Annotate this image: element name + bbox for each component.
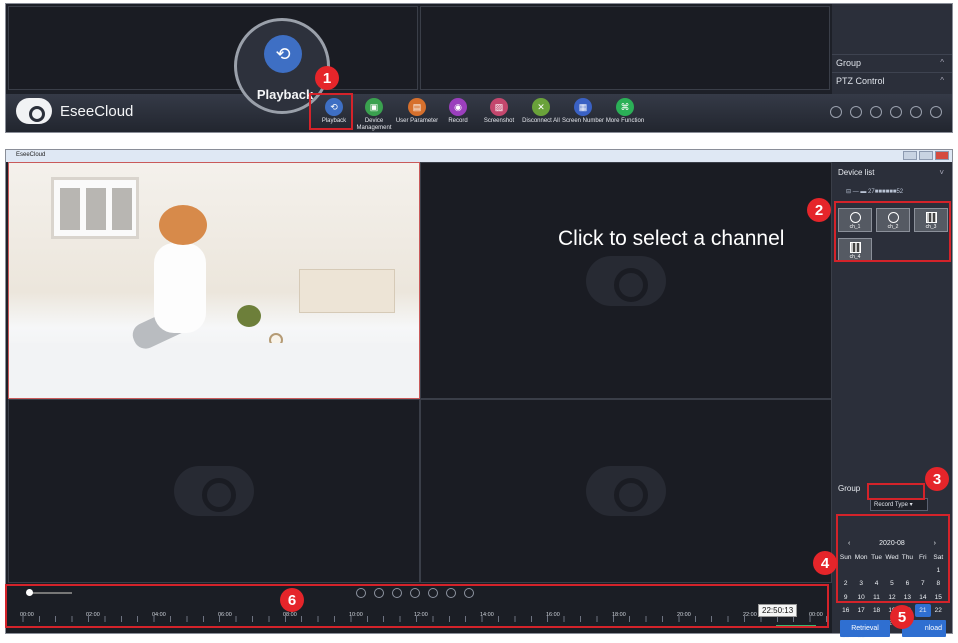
group-label: Group [836, 58, 862, 68]
step-badge-4: 4 [813, 551, 837, 575]
main-window: EseeCloud 00:00 02:00 04:00 06:00 08:00 … [5, 149, 953, 640]
window-controls [903, 151, 949, 160]
step-badge-5: 5 [890, 605, 914, 629]
chevron-down-icon[interactable]: ˅ [939, 168, 944, 177]
instruction-caption: Click to select a channel [558, 227, 785, 250]
highlight-calendar [836, 514, 950, 603]
title-bar: EseeCloud [6, 150, 952, 162]
toolbar-label: Screenshot [483, 118, 515, 124]
highlight-playback [309, 93, 353, 130]
watermark-logo [586, 255, 666, 306]
group-label: Group [838, 484, 861, 493]
video-cell[interactable] [420, 6, 830, 90]
screen-number-icon: ▦ [574, 98, 592, 116]
playback-icon: ⟲ [264, 35, 302, 73]
day[interactable]: 16 [838, 604, 853, 617]
video-cell-2[interactable] [420, 162, 832, 399]
device-list-header: Device list [838, 168, 875, 177]
watermark-logo [586, 466, 666, 516]
watermark-logo [174, 466, 254, 516]
user-parameter-button[interactable]: ▤ User Parameter [394, 98, 440, 125]
toolbar-label: User Parameter [395, 118, 439, 124]
more-icon: ⌘ [616, 98, 634, 116]
volume-icon[interactable] [830, 106, 842, 118]
plant [237, 305, 261, 327]
lock-icon[interactable] [890, 106, 902, 118]
day-selected[interactable]: 21 [915, 603, 931, 617]
video-cell-3[interactable] [8, 399, 420, 583]
record-button[interactable]: ◉ Record [435, 98, 481, 125]
maximize-button[interactable] [919, 151, 933, 160]
child-body [154, 243, 206, 333]
device-icon: ▣ [365, 98, 383, 116]
toolbar-label: Disconnect All [522, 118, 560, 124]
screenshot-button[interactable]: ▨ Screenshot [476, 98, 522, 125]
highlight-channels [834, 201, 951, 262]
toolbar-right-icons [830, 106, 942, 118]
record-icon: ◉ [449, 98, 467, 116]
child-head [159, 205, 207, 245]
step-badge-2: 2 [807, 198, 831, 222]
minimize-button[interactable] [903, 151, 917, 160]
highlight-record-type [867, 483, 925, 500]
more-function-button[interactable]: ⌘ More Function [602, 98, 648, 125]
day[interactable]: 22 [931, 604, 946, 617]
record-type-value: Record Type [874, 502, 908, 508]
app-logo: EseeCloud [16, 98, 133, 124]
video-cell[interactable] [8, 6, 418, 90]
screenshot-icon: ▨ [490, 98, 508, 116]
power-icon[interactable] [930, 106, 942, 118]
help-icon[interactable] [870, 106, 882, 118]
screen-number-button[interactable]: ▦ Screen Number [560, 98, 606, 125]
device-management-button[interactable]: ▣ Device Management [351, 98, 397, 132]
chevron-up-icon: ^ [940, 58, 944, 67]
toolbar-label: Record [448, 118, 468, 124]
toolbar-label: Device Management [356, 118, 392, 131]
bed-headboard [299, 269, 395, 313]
disconnect-all-button[interactable]: ✕ Disconnect All [518, 98, 564, 125]
device-id: 27■■■■■■52 [868, 189, 904, 195]
video-cell-4[interactable] [420, 399, 832, 583]
group-row[interactable]: Group ^ [832, 54, 952, 72]
toolbar-label: More Function [605, 118, 645, 124]
day[interactable]: 17 [853, 604, 868, 617]
wall-frame [51, 177, 139, 239]
top-screenshot: Group ^ PTZ Control ^ EseeCloud ⟲ Playback … [5, 3, 953, 133]
day[interactable]: 18 [869, 604, 884, 617]
cloud-camera-icon [16, 98, 52, 124]
ptz-label: PTZ Control [836, 76, 885, 86]
toolbar-label: Screen Number [561, 118, 605, 124]
mic-icon[interactable] [910, 106, 922, 118]
close-button[interactable] [935, 151, 949, 160]
highlight-timeline [5, 584, 829, 628]
video-cell-1[interactable] [8, 162, 420, 399]
window-title: EseeCloud [16, 152, 46, 158]
retrieval-button[interactable]: Retrieval [840, 620, 890, 637]
step-badge-6: 6 [280, 588, 304, 612]
toolbar: EseeCloud ⟲ Playback ▣ Device Management ▤… [6, 94, 952, 132]
user-param-icon: ▤ [408, 98, 426, 116]
app-name: EseeCloud [60, 102, 134, 120]
disconnect-icon: ✕ [532, 98, 550, 116]
ptz-row[interactable]: PTZ Control ^ [832, 72, 952, 90]
device-tree[interactable]: ⊟ — ▬ 27■■■■■■52 [846, 188, 903, 195]
speed-icon[interactable] [850, 106, 862, 118]
step-badge-1: 1 [315, 66, 339, 90]
step-badge-3: 3 [925, 467, 949, 491]
bed [9, 343, 419, 398]
chevron-up-icon: ^ [940, 76, 944, 85]
